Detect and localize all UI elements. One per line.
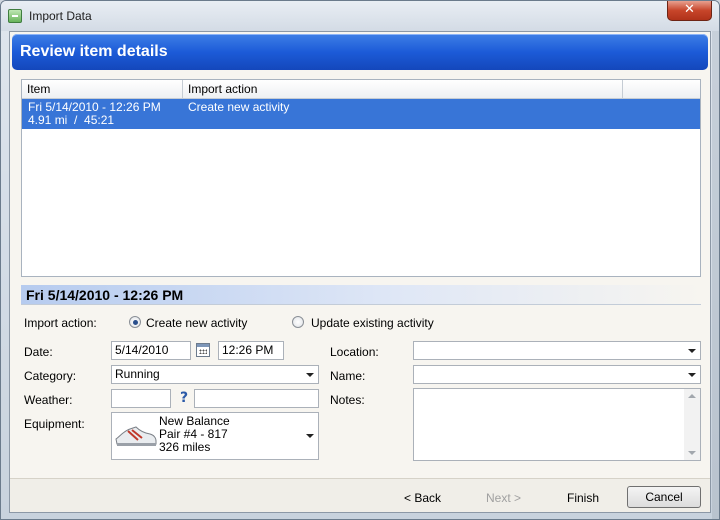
import-icon <box>8 9 22 23</box>
scroll-down-icon[interactable] <box>688 451 696 455</box>
calendar-icon[interactable] <box>196 343 210 357</box>
column-header-import-action[interactable]: Import action <box>183 80 623 99</box>
help-icon[interactable]: ? <box>177 390 191 406</box>
location-label: Location: <box>330 345 379 359</box>
time-field[interactable]: 12:26 PM <box>218 341 284 360</box>
chevron-down-icon[interactable] <box>684 342 700 359</box>
item-list[interactable]: Item Import action Fri 5/14/2010 - 12:26… <box>21 79 701 277</box>
create-new-activity-label[interactable]: Create new activity <box>146 316 247 330</box>
back-button[interactable]: < Back <box>404 491 441 505</box>
equipment-details: New Balance Pair #4 - 817 326 miles <box>159 415 230 454</box>
notes-textarea[interactable] <box>413 388 701 461</box>
close-button[interactable]: ✕ <box>667 1 712 21</box>
date-field[interactable]: 5/14/2010 <box>111 341 191 360</box>
name-select[interactable] <box>413 365 701 384</box>
background-app-edge <box>712 31 719 519</box>
chevron-down-icon[interactable] <box>302 366 318 383</box>
chevron-down-icon[interactable] <box>302 427 318 444</box>
equipment-select[interactable]: New Balance Pair #4 - 817 326 miles <box>111 412 319 460</box>
equipment-label: Equipment: <box>24 417 85 431</box>
import-action-cell: Create new activity <box>188 100 290 114</box>
list-item[interactable]: Fri 5/14/2010 - 12:26 PM 4.91 mi / 45:21… <box>22 99 700 129</box>
scroll-up-icon[interactable] <box>688 394 696 398</box>
title-bar[interactable]: Import Data ✕ <box>1 1 719 31</box>
date-label: Date: <box>24 345 53 359</box>
weather-field[interactable] <box>111 389 171 408</box>
category-value: Running <box>115 367 160 381</box>
detail-header: Fri 5/14/2010 - 12:26 PM <box>21 285 701 305</box>
equipment-miles: 326 miles <box>159 440 211 454</box>
category-label: Category: <box>24 369 77 383</box>
header-banner: Review item details <box>12 34 708 70</box>
column-header-item[interactable]: Item <box>22 80 183 99</box>
wizard-footer: < Back Next > Finish Cancel <box>10 478 710 512</box>
window-title: Import Data <box>29 9 92 23</box>
update-existing-activity-radio[interactable] <box>292 316 304 328</box>
finish-button[interactable]: Finish <box>567 491 599 505</box>
item-summary: 4.91 mi / 45:21 <box>28 113 115 127</box>
shoe-icon <box>115 426 157 446</box>
weather-notes-field[interactable] <box>194 389 319 408</box>
weather-label: Weather: <box>24 393 73 407</box>
page-title: Review item details <box>20 43 168 60</box>
import-action-label: Import action: <box>24 316 97 330</box>
next-button[interactable]: Next > <box>486 491 521 505</box>
create-new-activity-radio[interactable] <box>129 316 141 328</box>
chevron-down-icon[interactable] <box>684 366 700 383</box>
update-existing-activity-label[interactable]: Update existing activity <box>311 316 434 330</box>
category-select[interactable]: Running <box>111 365 319 384</box>
notes-scrollbar[interactable] <box>684 389 700 460</box>
cancel-button[interactable]: Cancel <box>627 486 701 508</box>
item-cell: Fri 5/14/2010 - 12:26 PM 4.91 mi / 45:21 <box>28 101 161 127</box>
detail-title: Fri 5/14/2010 - 12:26 PM <box>26 287 184 303</box>
location-select[interactable] <box>413 341 701 360</box>
import-data-window: Import Data ✕ Review item details Item I… <box>0 0 720 520</box>
dialog-body: Review item details Item Import action F… <box>9 31 711 513</box>
name-label: Name: <box>330 369 366 383</box>
notes-label: Notes: <box>330 393 365 407</box>
list-header: Item Import action <box>22 80 700 99</box>
